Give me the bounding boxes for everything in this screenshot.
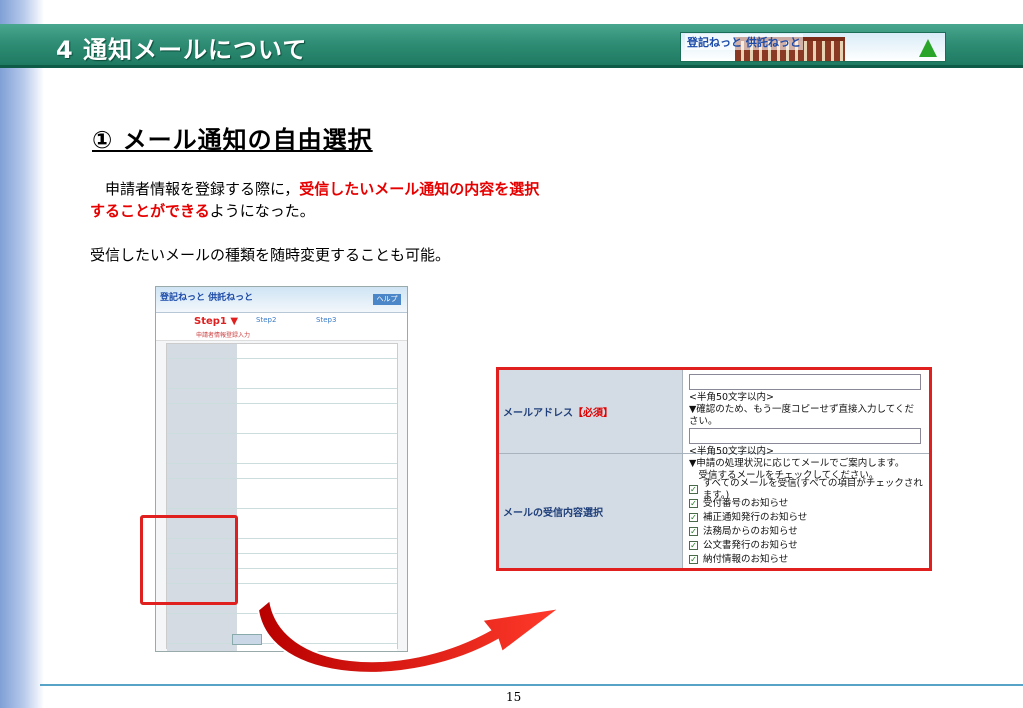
left-gradient-band: [0, 0, 44, 708]
option-label: 公文書発行のお知らせ: [703, 539, 798, 551]
thumb-row: [167, 344, 397, 359]
section-title: ① メール通知の自由選択: [92, 126, 373, 154]
footer-divider: [40, 684, 1023, 686]
thumb-row: [167, 479, 397, 509]
email-label: メールアドレス 【必須】: [499, 370, 683, 453]
thumb-row: [167, 389, 397, 404]
email-hint-2: ▼確認のため、もう一度コピーせず直接入力してください。: [689, 404, 914, 427]
checkbox-checked-icon[interactable]: ✓: [689, 499, 698, 508]
thumb-step1-sub: 申請者情報登録入力: [196, 332, 251, 339]
curved-arrow-icon: [256, 598, 561, 674]
thumb-steps: Step1 ▼ 申請者情報登録入力 Step2 Step3: [156, 313, 407, 341]
thumb-logo: 登記ねっと 供託ねっと: [160, 293, 254, 303]
description-paragraph: 申請者情報を登録する際に，受信したいメール通知の内容を選択することができるように…: [90, 178, 540, 222]
checkbox-checked-icon[interactable]: ✓: [689, 485, 698, 494]
checkbox-checked-icon[interactable]: ✓: [689, 513, 698, 522]
logo-text: 登記ねっと 供託ねっと: [685, 34, 803, 50]
option-payment-info[interactable]: ✓ 納付情報のお知らせ: [689, 553, 923, 566]
email-row: メールアドレス 【必須】 <半角50文字以内> ▼確認のため、もう一度コピーせず直…: [499, 370, 929, 457]
checkbox-checked-icon[interactable]: ✓: [689, 541, 698, 550]
option-label: 納付情報のお知らせ: [703, 553, 789, 565]
mail-select-row: メールの受信内容選択 ▼申請の処理状況に応じてメールでご案内します。 受信するメ…: [499, 454, 929, 568]
slide-title: 4 通知メールについて: [56, 36, 308, 64]
option-correction-notice[interactable]: ✓ 補正通知発行のお知らせ: [689, 511, 923, 524]
thumb-row: [167, 359, 397, 389]
slide-header: 4 通知メールについて 登記ねっと 供託ねっと: [0, 24, 1023, 68]
required-badge: 【必須】: [573, 408, 613, 419]
thumb-step2: Step2: [256, 316, 277, 324]
description-text-c: ようになった。: [209, 202, 315, 220]
tree-icon: [919, 39, 937, 57]
thumb-row: [167, 404, 397, 434]
note-paragraph: 受信したいメールの種類を随時変更することも可能。: [90, 246, 451, 264]
zoomed-form: メールアドレス 【必須】 <半角50文字以内> ▼確認のため、もう一度コピーせず直…: [496, 367, 932, 571]
thumb-header: 登記ねっと 供託ねっと ヘルプ: [156, 287, 407, 313]
thumb-step1: Step1 ▼: [194, 316, 238, 327]
email-confirm-input[interactable]: [689, 428, 921, 444]
email-hint-1: <半角50文字以内>: [689, 392, 775, 403]
thumb-step1-label: Step1: [194, 316, 227, 327]
option-bureau-notice[interactable]: ✓ 法務局からのお知らせ: [689, 525, 923, 538]
mail-select-label: メールの受信内容選択: [499, 454, 683, 568]
thumb-row: [167, 434, 397, 464]
page-number: 15: [506, 690, 522, 704]
email-label-text: メールアドレス: [503, 408, 573, 419]
option-label: 補正通知発行のお知らせ: [703, 511, 808, 523]
email-input[interactable]: [689, 374, 921, 390]
option-document-issue[interactable]: ✓ 公文書発行のお知らせ: [689, 539, 923, 552]
description-text-a: 申請者情報を登録する際に，: [90, 180, 300, 198]
email-value-cell: <半角50文字以内> ▼確認のため、もう一度コピーせず直接入力してください。 <…: [683, 370, 929, 457]
thumb-row: [167, 464, 397, 479]
thumb-step3: Step3: [316, 316, 337, 324]
option-all[interactable]: ✓ すべてのメールを受信(すべての項目がチェックされます。): [689, 478, 923, 501]
option-label: 受付番号のお知らせ: [703, 497, 789, 509]
option-label: 法務局からのお知らせ: [703, 525, 798, 537]
mail-select-cell: ▼申請の処理状況に応じてメールでご案内します。 受信するメールをチェックしてくだ…: [683, 454, 929, 568]
thumb-highlight-box: [140, 515, 238, 605]
checkbox-checked-icon[interactable]: ✓: [689, 527, 698, 536]
step-arrow-icon: ▼: [230, 316, 239, 327]
checkbox-checked-icon[interactable]: ✓: [689, 555, 698, 564]
service-logo-banner: 登記ねっと 供託ねっと: [680, 32, 946, 62]
thumb-help-button: ヘルプ: [373, 294, 401, 305]
